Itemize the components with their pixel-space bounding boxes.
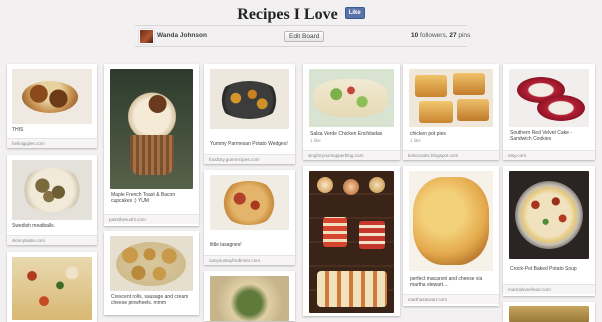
food-photo (343, 179, 359, 195)
pin-card[interactable]: THIS helloigigles.com (7, 64, 97, 148)
pin-source[interactable]: helloigigles.com (7, 138, 97, 148)
food-photo (369, 177, 385, 193)
edit-board-button[interactable]: Edit Board (284, 31, 325, 42)
board-header: Recipes I Love Like Wanda Johnson Edit B… (0, 0, 602, 56)
pin-description: THIS (12, 127, 24, 133)
pin-source[interactable]: etsy.com (503, 150, 595, 160)
food-photo (317, 177, 333, 193)
pin-image[interactable] (509, 306, 589, 322)
board-owner-name[interactable]: Wanda Johnson (157, 32, 207, 39)
pin-description: Swedish meatballs. (12, 223, 56, 229)
pin-image[interactable] (12, 69, 92, 124)
food-photo (515, 181, 583, 249)
pin-image[interactable] (509, 69, 589, 127)
pin-card[interactable]: chicken pot pies 1 like kokocooks.blogsp… (403, 64, 499, 160)
pin-image[interactable] (309, 171, 394, 313)
food-photo (116, 242, 186, 286)
pin-description: Salsa Verde Chicken Enchiladas (310, 131, 383, 137)
followers-count: 10 (411, 32, 419, 39)
header-divider-bottom (135, 46, 467, 47)
cupcake-liner (130, 135, 174, 175)
pin-source[interactable]: passthesushi.com (104, 214, 199, 224)
pin-image[interactable] (509, 171, 589, 259)
pin-image[interactable] (210, 276, 289, 321)
food-photo (323, 217, 347, 247)
pin-description: Yummy Parmesan Potato Wedges! (210, 141, 288, 147)
pin-card[interactable]: little lasagnes! canyoustayfordinner.com (204, 170, 295, 265)
pin-description: Southern Red Velvet Cake - Sandwich Cook… (510, 130, 572, 142)
board-title: Recipes I Love Like (0, 6, 602, 24)
avatar[interactable] (139, 29, 154, 44)
pin-source[interactable]: marthastewart.com (403, 294, 499, 304)
pin-image[interactable] (210, 175, 289, 230)
pin-card[interactable]: Crock-Pot Baked Potato Soup mamaloveefoo… (503, 166, 595, 296)
pin-source[interactable]: singforyoursupperblog.com (303, 150, 400, 160)
pin-image[interactable] (110, 236, 193, 291)
pin-card[interactable] (7, 252, 97, 322)
pin-likes: 1 like (410, 138, 421, 143)
pin-card[interactable]: Southern Red Velvet Cake - Sandwich Cook… (503, 64, 595, 160)
board-stats: 10 followers, 27 pins (411, 32, 470, 39)
pin-image[interactable] (309, 69, 394, 127)
board-title-text: Recipes I Love (237, 6, 338, 23)
pin-card[interactable]: Salsa Verde Chicken Enchiladas 1 like si… (303, 64, 400, 160)
like-label: Like (348, 10, 361, 17)
pin-source[interactable]: foodcity.gumrecipes.com (204, 154, 295, 164)
pin-image[interactable] (110, 69, 193, 189)
pin-image[interactable] (12, 160, 92, 220)
pin-source[interactable]: skinnytaste.com (7, 235, 97, 245)
facebook-like-button[interactable]: Like (344, 7, 365, 20)
food-photo (415, 75, 447, 97)
pin-card[interactable]: Yummy Parmesan Potato Wedges! foodcity.g… (204, 64, 295, 164)
food-photo (22, 81, 78, 113)
pin-source[interactable]: canyoustayfordinner.com (204, 255, 295, 265)
pin-description: perfect macaroni and cheese via martha s… (410, 276, 483, 288)
pin-card[interactable]: perfect macaroni and cheese via martha s… (403, 166, 499, 306)
header-divider-top (135, 25, 467, 26)
food-photo (317, 271, 387, 307)
pin-card[interactable]: Crescent rolls, sausage and cream cheese… (104, 231, 199, 315)
pin-card[interactable]: Swedish meatballs. skinnytaste.com (7, 155, 97, 245)
pin-image[interactable] (12, 257, 92, 320)
pin-description: Maple French Toast & Bacon cupcakes :) Y… (111, 192, 176, 204)
food-photo (419, 101, 453, 123)
pin-card[interactable] (204, 271, 295, 321)
pin-description: Crescent rolls, sausage and cream cheese… (111, 294, 189, 306)
pins-label: pins (458, 32, 471, 39)
pin-image[interactable] (409, 69, 493, 127)
food-photo (20, 168, 84, 212)
pin-image[interactable] (210, 69, 289, 129)
food-photo (537, 95, 585, 121)
pin-source[interactable]: kokocooks.blogspot.com (403, 150, 499, 160)
food-photo (124, 89, 180, 139)
pin-likes: 1 like (310, 138, 321, 143)
food-photo (359, 221, 385, 249)
followers-label[interactable]: followers, (420, 32, 447, 39)
food-photo (457, 99, 489, 121)
food-photo (216, 81, 282, 119)
pin-description: little lasagnes! (210, 242, 242, 248)
food-photo (413, 177, 489, 265)
pins-count: 27 (449, 32, 457, 39)
pin-card[interactable]: Maple French Toast & Bacon cupcakes :) Y… (104, 64, 199, 226)
pin-card[interactable] (503, 302, 595, 322)
pin-description: chicken pot pies (410, 131, 446, 137)
pin-image[interactable] (409, 171, 493, 271)
food-photo (314, 79, 388, 117)
pin-card[interactable] (303, 166, 400, 316)
pin-description: Crock-Pot Baked Potato Soup (510, 266, 577, 272)
food-photo (453, 73, 485, 95)
food-photo (218, 181, 280, 225)
pin-source[interactable]: mamaloveefood.com (503, 284, 595, 294)
